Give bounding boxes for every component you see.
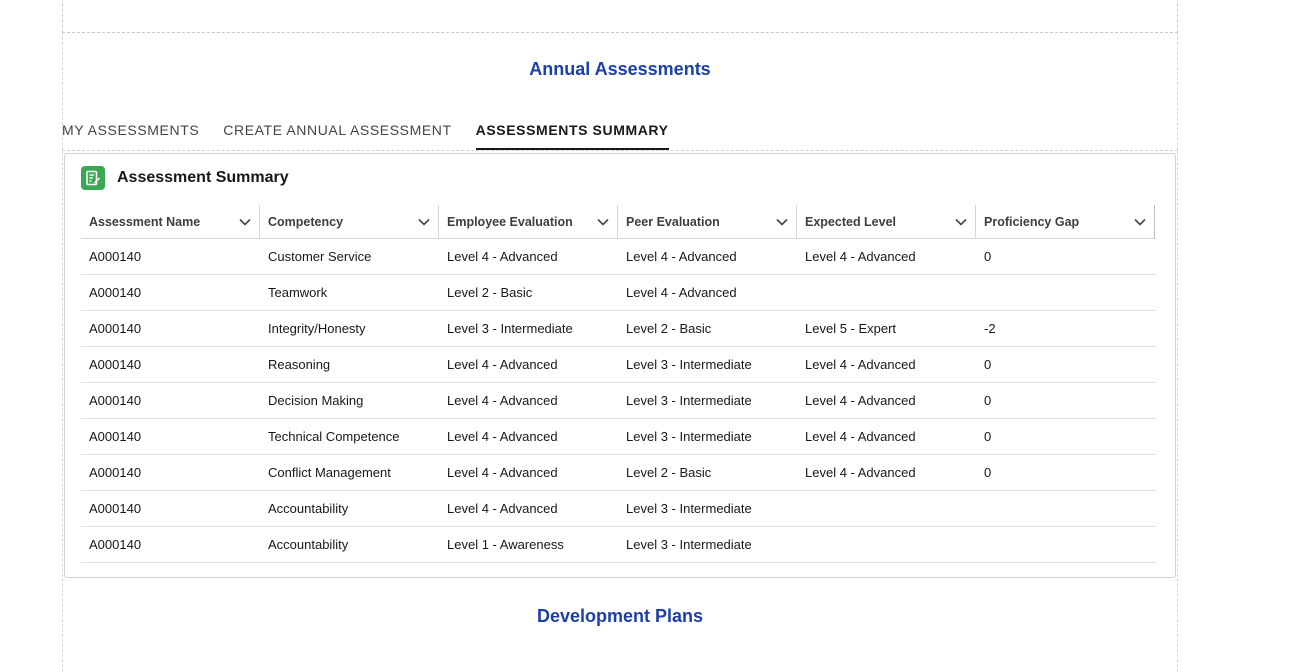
chevron-down-icon[interactable] bbox=[239, 218, 251, 226]
cell-expected-level: Level 4 - Advanced bbox=[805, 429, 916, 444]
table-row: A000140 Technical Competence Level 4 - A… bbox=[81, 419, 1156, 455]
cell-peer-evaluation: Level 4 - Advanced bbox=[626, 249, 737, 264]
table-row: A000140 Customer Service Level 4 - Advan… bbox=[81, 239, 1156, 275]
column-header-assessment-name[interactable]: Assessment Name bbox=[81, 205, 260, 238]
cell-peer-evaluation: Level 3 - Intermediate bbox=[626, 393, 752, 408]
table-row: A000140 Conflict Management Level 4 - Ad… bbox=[81, 455, 1156, 491]
table-row: A000140 Decision Making Level 4 - Advanc… bbox=[81, 383, 1156, 419]
cell-proficiency-gap: 0 bbox=[984, 249, 992, 264]
cell-assessment-name: A000140 bbox=[89, 501, 142, 516]
cell-peer-evaluation: Level 3 - Intermediate bbox=[626, 501, 752, 516]
cell-competency: Accountability bbox=[268, 501, 349, 516]
table-header-row: Assessment Name Competency Employee Eval… bbox=[81, 205, 1156, 239]
cell-employee-evaluation: Level 4 - Advanced bbox=[447, 465, 558, 480]
cell-competency: Integrity/Honesty bbox=[268, 321, 366, 336]
cell-assessment-name: A000140 bbox=[89, 429, 142, 444]
column-header-label: Assessment Name bbox=[89, 214, 201, 229]
chevron-down-icon[interactable] bbox=[955, 218, 967, 226]
assessment-summary-table: Assessment Name Competency Employee Eval… bbox=[81, 205, 1156, 563]
table-row: A000140 Accountability Level 4 - Advance… bbox=[81, 491, 1156, 527]
cell-assessment-name: A000140 bbox=[89, 465, 142, 480]
cell-assessment-name: A000140 bbox=[89, 393, 142, 408]
cell-expected-level: Level 4 - Advanced bbox=[805, 393, 916, 408]
cell-peer-evaluation: Level 4 - Advanced bbox=[626, 285, 737, 300]
cell-employee-evaluation: Level 4 - Advanced bbox=[447, 393, 558, 408]
cell-competency: Conflict Management bbox=[268, 465, 391, 480]
cell-employee-evaluation: Level 3 - Intermediate bbox=[447, 321, 573, 336]
chevron-down-icon[interactable] bbox=[418, 218, 430, 226]
assessment-summary-icon bbox=[81, 166, 105, 190]
top-panel-border bbox=[62, 0, 1178, 33]
column-header-label: Proficiency Gap bbox=[984, 214, 1080, 229]
cell-employee-evaluation: Level 4 - Advanced bbox=[447, 249, 558, 264]
cell-assessment-name: A000140 bbox=[89, 537, 142, 552]
cell-competency: Decision Making bbox=[268, 393, 364, 408]
cell-proficiency-gap: 0 bbox=[984, 357, 992, 372]
cell-assessment-name: A000140 bbox=[89, 249, 142, 264]
tab-assessments-summary[interactable]: ASSESSMENTS SUMMARY bbox=[475, 118, 669, 150]
chevron-down-icon[interactable] bbox=[1134, 218, 1146, 226]
chevron-down-icon[interactable] bbox=[597, 218, 609, 226]
development-plans-title: Development Plans bbox=[536, 606, 704, 626]
column-header-label: Expected Level bbox=[805, 214, 897, 229]
cell-assessment-name: A000140 bbox=[89, 321, 142, 336]
cell-assessment-name: A000140 bbox=[89, 285, 142, 300]
page-title: Annual Assessments bbox=[529, 59, 711, 79]
column-header-proficiency-gap[interactable]: Proficiency Gap bbox=[976, 205, 1155, 238]
table-row: A000140 Integrity/Honesty Level 3 - Inte… bbox=[81, 311, 1156, 347]
cell-expected-level: Level 4 - Advanced bbox=[805, 357, 916, 372]
column-header-label: Competency bbox=[268, 214, 344, 229]
cell-proficiency-gap: 0 bbox=[984, 429, 992, 444]
cell-employee-evaluation: Level 4 - Advanced bbox=[447, 429, 558, 444]
card-title: Assessment Summary bbox=[117, 169, 289, 186]
cell-peer-evaluation: Level 3 - Intermediate bbox=[626, 537, 752, 552]
chevron-down-icon[interactable] bbox=[776, 218, 788, 226]
cell-employee-evaluation: Level 4 - Advanced bbox=[447, 501, 558, 516]
assessment-summary-card: Assessment Summary Assessment Name Compe… bbox=[64, 153, 1176, 578]
column-header-employee-evaluation[interactable]: Employee Evaluation bbox=[439, 205, 618, 238]
table-row: A000140 Teamwork Level 2 - Basic Level 4… bbox=[81, 275, 1156, 311]
table-row: A000140 Reasoning Level 4 - Advanced Lev… bbox=[81, 347, 1156, 383]
cell-assessment-name: A000140 bbox=[89, 357, 142, 372]
cell-peer-evaluation: Level 3 - Intermediate bbox=[626, 429, 752, 444]
cell-peer-evaluation: Level 2 - Basic bbox=[626, 465, 712, 480]
column-header-label: Employee Evaluation bbox=[447, 214, 573, 229]
cell-employee-evaluation: Level 2 - Basic bbox=[447, 285, 533, 300]
cell-peer-evaluation: Level 3 - Intermediate bbox=[626, 357, 752, 372]
column-header-competency[interactable]: Competency bbox=[260, 205, 439, 238]
column-header-expected-level[interactable]: Expected Level bbox=[797, 205, 976, 238]
cell-proficiency-gap: 0 bbox=[984, 393, 992, 408]
cell-competency: Teamwork bbox=[268, 285, 328, 300]
cell-competency: Technical Competence bbox=[268, 429, 400, 444]
cell-competency: Reasoning bbox=[268, 357, 331, 372]
tab-bar: MY ASSESSMENTS CREATE ANNUAL ASSESSMENT … bbox=[62, 118, 693, 152]
cell-proficiency-gap: 0 bbox=[984, 465, 992, 480]
column-header-label: Peer Evaluation bbox=[626, 214, 720, 229]
cell-competency: Customer Service bbox=[268, 249, 372, 264]
cell-peer-evaluation: Level 2 - Basic bbox=[626, 321, 712, 336]
cell-competency: Accountability bbox=[268, 537, 349, 552]
cell-employee-evaluation: Level 1 - Awareness bbox=[447, 537, 564, 552]
column-header-peer-evaluation[interactable]: Peer Evaluation bbox=[618, 205, 797, 238]
card-header: Assessment Summary bbox=[81, 166, 289, 190]
table-row: A000140 Accountability Level 1 - Awarene… bbox=[81, 527, 1156, 563]
cell-proficiency-gap: -2 bbox=[984, 321, 996, 336]
tab-my-assessments[interactable]: MY ASSESSMENTS bbox=[62, 118, 199, 150]
cell-expected-level: Level 4 - Advanced bbox=[805, 465, 916, 480]
cell-expected-level: Level 5 - Expert bbox=[805, 321, 897, 336]
tabs-divider bbox=[62, 150, 1178, 151]
cell-employee-evaluation: Level 4 - Advanced bbox=[447, 357, 558, 372]
tab-create-annual-assessment[interactable]: CREATE ANNUAL ASSESSMENT bbox=[223, 118, 451, 150]
cell-expected-level: Level 4 - Advanced bbox=[805, 249, 916, 264]
